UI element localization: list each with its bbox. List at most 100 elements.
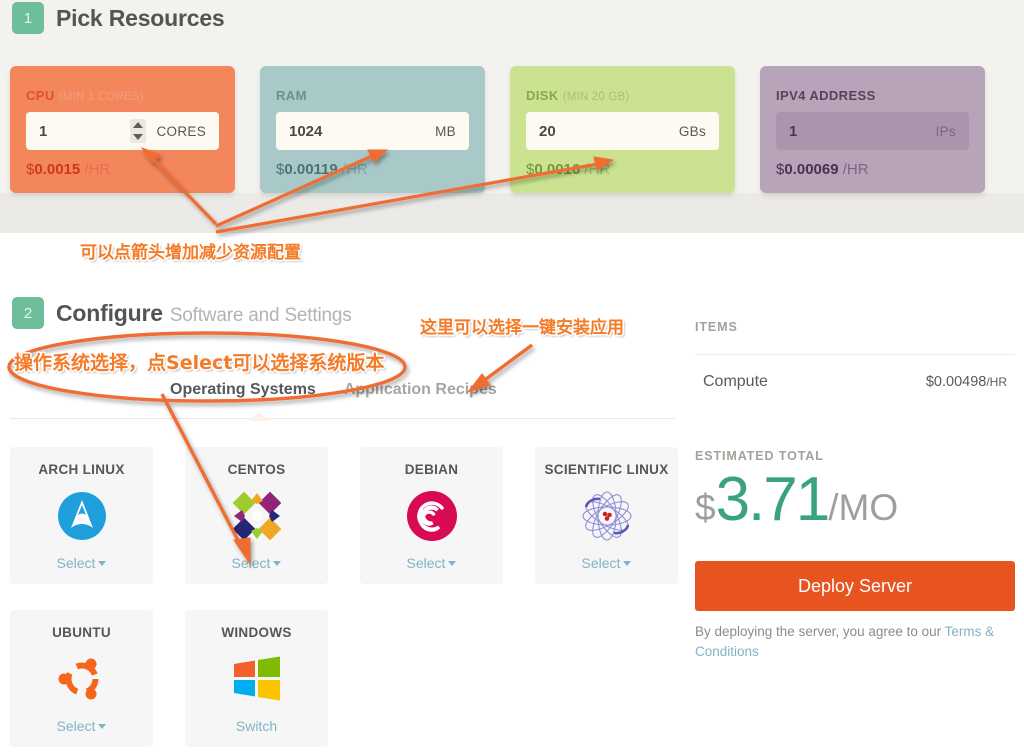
summary-item-name: Compute [703, 373, 768, 390]
terms-prefix-text: By deploying the server, you agree to ou… [695, 624, 945, 639]
items-label: ITEMS [695, 320, 738, 334]
estimated-total-label: ESTIMATED TOTAL [695, 449, 824, 463]
os-card-grid: ARCH LINUX Select CENTOS Select DEBIAN S… [10, 447, 690, 747]
cpu-stepper[interactable] [130, 119, 146, 143]
resource-card-cpu[interactable]: CPU (MIN 1 CORES) 1 CORES $0.0015 /HR [10, 66, 235, 193]
os-select-debian[interactable]: Select [407, 555, 457, 571]
ram-card-title: RAM [276, 88, 469, 103]
resource-card-ram[interactable]: RAM 1024 MB $0.00119 /HR [260, 66, 485, 193]
caret-down-icon [98, 561, 107, 566]
ipv4-input-field: 1 IPs [776, 112, 969, 150]
cpu-price: $0.0015 /HR [26, 161, 219, 178]
total-amount: 3.71 [715, 465, 831, 534]
cpu-card-title: CPU (MIN 1 CORES) [26, 88, 219, 103]
centos-logo [231, 477, 283, 555]
step-1-header: 1 Pick Resources [12, 2, 225, 34]
disk-input-field[interactable]: 20 GBs [526, 112, 719, 150]
caret-down-icon [448, 561, 457, 566]
annotation-note-steppers: 可以点箭头增加减少资源配置 [80, 243, 301, 263]
cpu-unit-label: CORES [156, 123, 206, 139]
deploy-server-button[interactable]: Deploy Server [695, 561, 1015, 611]
disk-min-label: (MIN 20 GB) [562, 91, 630, 103]
ipv4-card-title: IPV4 ADDRESS [776, 88, 969, 103]
ram-input-field[interactable]: 1024 MB [276, 112, 469, 150]
ipv4-unit-label: IPs [935, 123, 956, 139]
summary-item-price: $0.00498/HR [926, 374, 1007, 390]
resource-card-ipv4[interactable]: IPV4 ADDRESS 1 IPs $0.00069 /HR [760, 66, 985, 193]
ram-unit-label: MB [435, 123, 456, 139]
resource-cards: CPU (MIN 1 CORES) 1 CORES $0.0015 /HR RA… [10, 66, 985, 193]
ipv4-label: IPV4 ADDRESS [776, 88, 876, 103]
os-card-name: UBUNTU [52, 625, 111, 640]
ram-price-period: /HR [341, 161, 368, 178]
os-select-ubuntu[interactable]: Select [57, 718, 107, 734]
caret-down-icon [623, 561, 632, 566]
resource-card-disk[interactable]: DISK (MIN 20 GB) 20 GBs $0.0016 /HR [510, 66, 735, 193]
os-card-arch-linux[interactable]: ARCH LINUX Select [10, 447, 153, 584]
step-1-badge: 1 [12, 2, 44, 34]
os-card-centos[interactable]: CENTOS Select [185, 447, 328, 584]
annotation-note-os-select: 操作系统选择，点Select可以选择系统版本 [14, 348, 384, 375]
os-action-label: Select [406, 555, 446, 571]
cpu-min-label: (MIN 1 CORES) [58, 91, 144, 103]
disk-label: DISK [526, 88, 559, 103]
tab-application-recipes[interactable]: Application Recipes [344, 381, 497, 399]
annotation-note-recipes: 这里可以选择一键安装应用 [420, 318, 624, 338]
order-summary: ITEMS Compute $0.00498/HR ESTIMATED TOTA… [695, 320, 1015, 661]
total-period: /MO [828, 487, 899, 528]
os-action-label: Select [56, 718, 96, 734]
cpu-input-field[interactable]: 1 CORES [26, 112, 219, 150]
configure-subtitle: Software and Settings [169, 304, 352, 326]
disk-card-title: DISK (MIN 20 GB) [526, 88, 719, 103]
os-card-scientific-linux[interactable]: SCIENTIFIC LINUX Select [535, 447, 678, 584]
ram-price: $0.00119 /HR [276, 161, 469, 178]
annotation-os-part-1: 操作系统选择， [14, 352, 148, 374]
caret-down-icon [273, 561, 282, 566]
scientific-linux-logo [580, 477, 634, 555]
ram-price-value: 0.00119 [284, 161, 338, 178]
ram-input-value: 1024 [289, 122, 323, 140]
os-card-ubuntu[interactable]: UBUNTU Select [10, 610, 153, 747]
disk-price-period: /HR [584, 161, 611, 178]
os-select-centos[interactable]: Select [232, 555, 282, 571]
total-currency-symbol: $ [695, 487, 716, 528]
os-select-arch-linux[interactable]: Select [57, 555, 107, 571]
configure-title-text: Configure [56, 299, 163, 326]
os-select-scientific-linux[interactable]: Select [582, 555, 632, 571]
tab-divider [10, 418, 675, 419]
disk-input-value: 20 [539, 122, 556, 140]
configure-tabs: Operating Systems Application Recipes [170, 381, 497, 399]
configure-title: Configure Software and Settings [56, 300, 352, 327]
cpu-label: CPU [26, 88, 55, 103]
os-card-name: CENTOS [227, 462, 286, 477]
terms-notice: By deploying the server, you agree to ou… [695, 622, 995, 661]
tab-operating-systems[interactable]: Operating Systems [170, 381, 316, 399]
cpu-price-value: 0.0015 [34, 161, 81, 178]
os-card-name: DEBIAN [404, 462, 459, 477]
summary-item-price-suffix: /HR [986, 375, 1007, 389]
ipv4-price-value: 0.00069 [784, 161, 839, 178]
os-card-name: SCIENTIFIC LINUX [544, 462, 669, 477]
annotation-os-part-4: 可以选择系统版本 [232, 352, 385, 374]
deploy-server-label: Deploy Server [797, 575, 913, 596]
os-action-label: Switch [235, 718, 278, 734]
chevron-down-icon[interactable] [133, 134, 143, 140]
ipv4-price: $0.00069 /HR [776, 161, 969, 178]
step-2-header: 2 Configure Software and Settings [12, 297, 352, 329]
os-card-debian[interactable]: DEBIAN Select [360, 447, 503, 584]
ubuntu-logo [56, 640, 108, 718]
disk-unit-label: GBs [678, 123, 706, 139]
os-card-windows[interactable]: WINDOWS Switch [185, 610, 328, 747]
os-card-name: ARCH LINUX [38, 462, 125, 477]
windows-logo [231, 640, 283, 718]
disk-price-value: 0.0016 [534, 161, 581, 178]
chevron-up-icon[interactable] [133, 122, 143, 128]
os-action-label: Select [581, 555, 621, 571]
os-switch-windows[interactable]: Switch [236, 718, 277, 734]
os-action-label: Select [56, 555, 96, 571]
annotation-os-part-2: 点 [147, 352, 167, 374]
ipv4-input-value: 1 [789, 122, 798, 140]
tab-active-caret-icon [248, 412, 270, 421]
annotation-os-part-3: Select [166, 352, 233, 374]
page-title: Pick Resources [56, 4, 225, 31]
